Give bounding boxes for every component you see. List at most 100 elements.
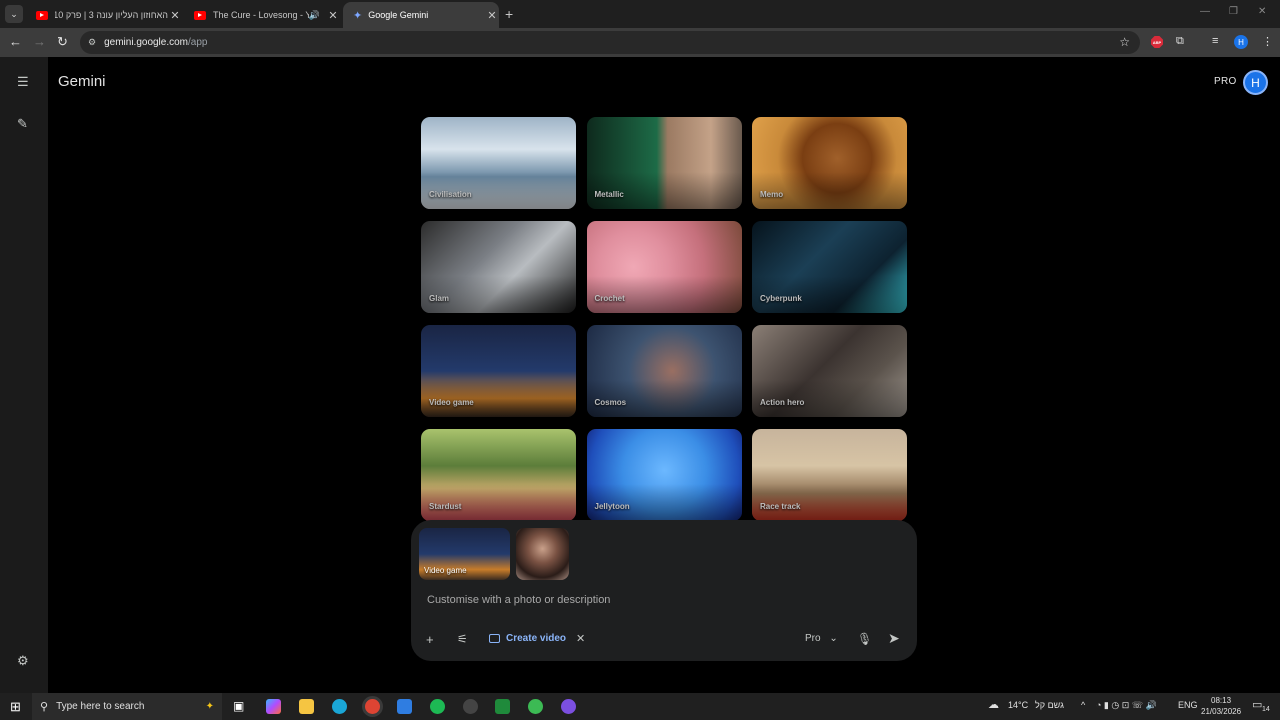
template-label: Stardust: [429, 502, 462, 511]
clock-time[interactable]: 08:13: [1211, 696, 1231, 705]
template-card-race-track[interactable]: Race track: [752, 429, 907, 521]
pycharm-icon[interactable]: [495, 699, 510, 714]
forward-icon[interactable]: →: [33, 34, 46, 49]
youtube-icon: [194, 10, 206, 20]
template-card-cosmos[interactable]: Cosmos: [586, 325, 742, 417]
video-template-grid: Civilisation Metallic Memo Glam Crochet …: [421, 117, 907, 521]
search-icon: ⚲: [40, 701, 49, 713]
template-card-crochet[interactable]: Crochet: [586, 221, 742, 313]
reload-icon[interactable]: ↻: [57, 34, 68, 50]
tools-sliders-icon[interactable]: ⚟: [457, 632, 468, 646]
minimize-icon[interactable]: —: [1200, 6, 1210, 17]
window-close-icon[interactable]: ✕: [1258, 6, 1266, 17]
windows-start-icon[interactable]: ⊞: [10, 699, 21, 715]
template-label: Civilisation: [429, 190, 472, 199]
back-icon[interactable]: ←: [9, 34, 22, 49]
task-view-icon[interactable]: ▣: [233, 699, 244, 713]
close-icon[interactable]: ✕: [168, 9, 182, 22]
taskbar-search[interactable]: ⚲ Type here to search ✦: [32, 693, 222, 720]
selected-template-thumbnail[interactable]: Video game: [419, 528, 510, 580]
model-selector[interactable]: Pro ⌄: [805, 633, 838, 644]
tab-youtube-2[interactable]: The Cure - Lovesong - YouTube 🔊 ✕: [184, 2, 340, 28]
template-card-action-hero[interactable]: Action hero: [752, 325, 907, 417]
tab-title: The Cure - Lovesong - YouTube: [213, 10, 309, 20]
close-icon[interactable]: ✕: [326, 9, 340, 22]
template-card-civilisation[interactable]: Civilisation: [421, 117, 576, 209]
template-label: Video game: [429, 398, 474, 407]
gemini-icon: ✦: [353, 9, 363, 22]
settings-gear-icon[interactable]: ⚙: [17, 653, 29, 669]
tab-title: Google Gemini: [368, 10, 429, 20]
more-menu-icon[interactable]: ⋮: [1262, 35, 1273, 48]
template-label: Cyberpunk: [760, 294, 802, 303]
weather-icon: ☁: [988, 699, 999, 711]
media-control-icon[interactable]: ≡: [1212, 35, 1218, 47]
menu-icon[interactable]: ☰: [17, 74, 29, 90]
restore-icon[interactable]: ❐: [1229, 6, 1238, 17]
tab-gemini[interactable]: ✦ Google Gemini ✕: [343, 2, 499, 28]
create-video-chip[interactable]: Create video ✕: [489, 632, 585, 645]
prompt-input[interactable]: Customise with a photo or description: [427, 594, 610, 606]
messenger-icon[interactable]: [561, 699, 576, 714]
model-label: Pro: [805, 633, 821, 644]
template-card-metallic[interactable]: Metallic: [586, 117, 742, 209]
profile-avatar-small[interactable]: H: [1234, 35, 1248, 49]
template-label: Crochet: [594, 294, 625, 303]
tab-strip: ⌄ האחוזון העליון עונה 3 | פרק 10 - ✕ The…: [0, 0, 1280, 28]
bookmark-star-icon[interactable]: ☆: [1119, 35, 1130, 49]
add-icon[interactable]: +: [426, 632, 434, 647]
uploaded-photo-thumbnail[interactable]: [516, 528, 569, 580]
template-label: Glam: [429, 294, 450, 303]
weather-temp[interactable]: 14°C: [1008, 700, 1028, 710]
youtube-icon: [36, 10, 48, 20]
tray-apps-icon[interactable]: ◔ ▮ ◷ ⊡ ☏ 🔊: [1096, 700, 1157, 711]
create-video-label: Create video: [506, 633, 567, 644]
sidebar: ☰ ✎ ⚙: [0, 57, 48, 693]
address-bar[interactable]: ⚙ gemini.google.com/app ☆: [80, 31, 1140, 54]
tab-title: האחוזון העליון עונה 3 | פרק 10 -: [55, 10, 168, 20]
weather-desc: גשם קל: [1035, 700, 1064, 710]
chrome-profile-icon[interactable]: [528, 699, 543, 714]
spotify-icon[interactable]: [430, 699, 445, 714]
template-card-cyberpunk[interactable]: Cyberpunk: [752, 221, 907, 313]
extensions-icon[interactable]: ⧉: [1176, 35, 1184, 48]
copilot-icon[interactable]: [266, 699, 281, 714]
chevron-up-icon[interactable]: ^: [1081, 700, 1085, 710]
store-icon[interactable]: [397, 699, 412, 714]
tab-youtube-1[interactable]: האחוזון העליון עונה 3 | פרק 10 - ✕: [26, 2, 182, 28]
new-tab-icon[interactable]: +: [505, 6, 513, 22]
microphone-icon[interactable]: 🎙: [857, 632, 872, 646]
new-chat-icon[interactable]: ✎: [17, 116, 28, 132]
chrome-icon[interactable]: [365, 699, 380, 714]
url-text: gemini.google.com/app: [104, 37, 208, 48]
chevron-down-icon: ⌄: [829, 633, 838, 644]
template-card-jellytoon[interactable]: Jellytoon: [586, 429, 742, 521]
template-card-glam[interactable]: Glam: [421, 221, 576, 313]
site-info-icon[interactable]: ⚙: [88, 37, 96, 48]
template-label: Metallic: [594, 190, 624, 199]
sparkle-icon: ✦: [205, 701, 214, 712]
selected-template-label: Video game: [424, 566, 467, 575]
template-card-memo[interactable]: Memo: [752, 117, 907, 209]
notification-icon[interactable]: ▭: [1252, 698, 1262, 711]
template-label: Action hero: [760, 398, 805, 407]
tab-search-button[interactable]: ⌄: [5, 5, 23, 23]
template-card-stardust[interactable]: Stardust: [421, 429, 576, 521]
notification-count: 14: [1262, 706, 1270, 713]
app-icon[interactable]: [463, 699, 478, 714]
adblock-icon[interactable]: ABP: [1151, 36, 1163, 48]
remove-chip-icon[interactable]: ✕: [576, 632, 585, 645]
language-indicator[interactable]: ENG: [1178, 700, 1198, 710]
file-explorer-icon[interactable]: [299, 699, 314, 714]
video-icon: [489, 634, 500, 643]
speaker-icon[interactable]: 🔊: [309, 10, 320, 21]
clock-date[interactable]: 21/03/2026: [1201, 707, 1241, 716]
account-avatar[interactable]: H: [1243, 70, 1268, 95]
template-label: Race track: [760, 502, 801, 511]
edge-icon[interactable]: [332, 699, 347, 714]
browser-toolbar: ← → ↻ ⚙ gemini.google.com/app ☆ ABP ⧉ ≡ …: [0, 28, 1280, 57]
send-icon[interactable]: ➤: [888, 630, 900, 647]
windows-taskbar: ⊞ ⚲ Type here to search ✦ ▣ ☁ 14°C גשם ק…: [0, 693, 1280, 720]
template-card-video-game[interactable]: Video game: [421, 325, 576, 417]
close-icon[interactable]: ✕: [485, 9, 499, 22]
